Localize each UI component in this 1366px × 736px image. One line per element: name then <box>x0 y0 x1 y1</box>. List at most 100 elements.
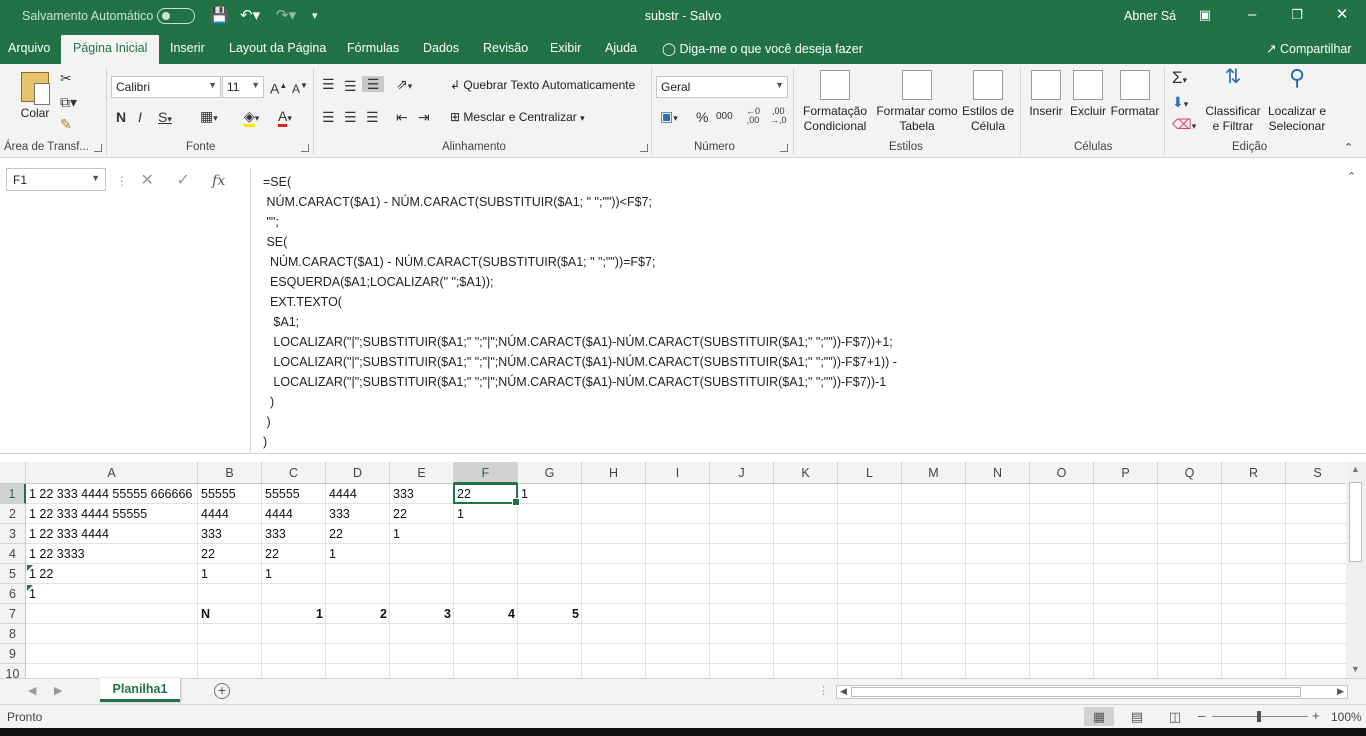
decrease-indent-icon[interactable]: ⇤ <box>396 109 408 125</box>
tab-ajuda[interactable]: Ajuda <box>605 41 637 55</box>
row-header-10[interactable]: 10 <box>0 664 26 678</box>
font-color-icon[interactable]: A▾ <box>278 108 292 127</box>
format-as-table-button[interactable]: Formatar como Tabela <box>874 70 960 134</box>
vertical-scrollbar[interactable]: ▲ ▼ <box>1346 462 1366 678</box>
scroll-right-icon[interactable]: ▶ <box>1337 686 1344 697</box>
page-layout-view-icon[interactable]: ▤ <box>1122 707 1152 726</box>
cell-G7[interactable]: 5 <box>518 604 582 624</box>
cell-C3[interactable]: 333 <box>262 524 326 544</box>
normal-view-icon[interactable]: ▦ <box>1084 707 1114 726</box>
fill-color-icon[interactable]: ◈▾ <box>244 108 259 127</box>
select-all-corner[interactable] <box>0 462 26 484</box>
orientation-icon[interactable]: ⇗▾ <box>396 76 412 94</box>
align-top-icon[interactable]: ☰ <box>322 76 335 92</box>
decrease-decimal-icon[interactable]: ,00 →,0 <box>770 107 787 125</box>
share-button[interactable]: ↗ Compartilhar <box>1266 41 1352 56</box>
tell-me-search[interactable]: ◯ Diga-me o que você deseja fazer <box>662 41 863 56</box>
scroll-up-icon[interactable]: ▲ <box>1351 464 1360 474</box>
save-icon[interactable]: 💾 <box>210 6 229 24</box>
sheet-tab-planilha1[interactable]: Planilha1 <box>100 678 180 702</box>
grow-font-icon[interactable]: A▲ <box>270 78 287 97</box>
zoom-level[interactable]: 100% <box>1331 710 1362 724</box>
zoom-in-icon[interactable]: + <box>1312 708 1320 723</box>
conditional-formatting-button[interactable]: Formatação Condicional <box>798 70 872 134</box>
cancel-icon[interactable]: ✕ <box>140 172 153 189</box>
cell-A6[interactable]: 1 <box>26 584 198 604</box>
cell-C2[interactable]: 4444 <box>262 504 326 524</box>
collapse-ribbon-icon[interactable]: ⌃ <box>1344 140 1353 156</box>
cell-D4[interactable]: 1 <box>326 544 390 564</box>
cell-F2[interactable]: 1 <box>454 504 518 524</box>
column-header-E[interactable]: E <box>390 462 454 484</box>
column-header-G[interactable]: G <box>518 462 582 484</box>
tab-inserir[interactable]: Inserir <box>170 41 205 55</box>
row-header-2[interactable]: 2 <box>0 504 26 524</box>
cell-D7[interactable]: 2 <box>326 604 390 624</box>
row-header-9[interactable]: 9 <box>0 644 26 664</box>
ribbon-display-icon[interactable]: ▣ <box>1193 4 1217 26</box>
borders-icon[interactable]: ▦▾ <box>200 108 218 126</box>
cell-A3[interactable]: 1 22 333 4444 <box>26 524 198 544</box>
percent-icon[interactable]: % <box>696 109 708 125</box>
column-header-B[interactable]: B <box>198 462 262 484</box>
cell-B3[interactable]: 333 <box>198 524 262 544</box>
cell-B7[interactable]: N <box>198 604 262 624</box>
column-header-C[interactable]: C <box>262 462 326 484</box>
font-size-select[interactable]: 11 ▼ <box>222 76 264 98</box>
column-header-J[interactable]: J <box>710 462 774 484</box>
font-name-select[interactable]: Calibri ▼ <box>111 76 221 98</box>
accounting-format-icon[interactable]: ▣▾ <box>660 108 678 126</box>
column-header-R[interactable]: R <box>1222 462 1286 484</box>
clipboard-launcher-icon[interactable] <box>94 144 102 152</box>
row-header-4[interactable]: 4 <box>0 544 26 564</box>
scroll-left-icon[interactable]: ◀ <box>840 686 847 697</box>
column-header-A[interactable]: A <box>26 462 198 484</box>
zoom-out-icon[interactable]: – <box>1198 708 1205 723</box>
cell-A2[interactable]: 1 22 333 4444 55555 <box>26 504 198 524</box>
align-left-icon[interactable]: ☰ <box>322 109 335 125</box>
tab-split-handle-icon[interactable]: ⋮ <box>818 684 829 697</box>
paste-button[interactable]: Colar <box>16 70 54 130</box>
clear-icon[interactable]: ⌫▾ <box>1172 116 1196 134</box>
add-sheet-icon[interactable]: + <box>214 683 230 699</box>
format-painter-icon[interactable]: ✎ <box>60 116 72 132</box>
customize-qat-icon[interactable]: ▾ <box>312 9 318 22</box>
cell-C4[interactable]: 22 <box>262 544 326 564</box>
row-header-3[interactable]: 3 <box>0 524 26 544</box>
italic-icon[interactable]: I <box>138 109 142 125</box>
cell-E7[interactable]: 3 <box>390 604 454 624</box>
tab-exibir[interactable]: Exibir <box>550 41 581 55</box>
tab-revisao[interactable]: Revisão <box>483 41 528 55</box>
minimize-icon[interactable]: – <box>1240 4 1264 26</box>
align-right-icon[interactable]: ☰ <box>366 109 379 125</box>
column-header-Q[interactable]: Q <box>1158 462 1222 484</box>
align-middle-icon[interactable]: ☰ <box>344 78 357 94</box>
cell-F7[interactable]: 4 <box>454 604 518 624</box>
underline-icon[interactable]: S▾ <box>158 109 172 127</box>
user-name[interactable]: Abner Sá <box>1124 9 1176 23</box>
next-sheet-icon[interactable]: ▶ <box>54 684 62 697</box>
cell-A1[interactable]: 1 22 333 4444 55555 666666 <box>26 484 198 504</box>
cell-B4[interactable]: 22 <box>198 544 262 564</box>
shrink-font-icon[interactable]: A▼ <box>292 78 308 97</box>
column-header-M[interactable]: M <box>902 462 966 484</box>
cell-E3[interactable]: 1 <box>390 524 454 544</box>
column-header-S[interactable]: S <box>1286 462 1346 484</box>
column-header-P[interactable]: P <box>1094 462 1158 484</box>
row-header-5[interactable]: 5 <box>0 564 26 584</box>
insert-function-icon[interactable]: fx <box>212 173 225 189</box>
cell-A5[interactable]: 1 22 <box>26 564 198 584</box>
cell-C7[interactable]: 1 <box>262 604 326 624</box>
close-icon[interactable]: ✕ <box>1330 4 1354 26</box>
undo-icon[interactable]: ↶▾ <box>240 6 260 24</box>
number-launcher-icon[interactable] <box>780 144 788 152</box>
cell-C1[interactable]: 55555 <box>262 484 326 504</box>
autosave-toggle[interactable] <box>157 8 195 24</box>
scroll-down-icon[interactable]: ▼ <box>1351 664 1360 674</box>
align-center-icon[interactable]: ☰ <box>344 109 357 125</box>
merge-center-button[interactable]: ⊞ Mesclar e Centralizar ▾ <box>450 110 585 126</box>
cell-G1[interactable]: 1 <box>518 484 582 504</box>
column-header-K[interactable]: K <box>774 462 838 484</box>
cell-A4[interactable]: 1 22 3333 <box>26 544 198 564</box>
name-box[interactable]: F1 ▼ <box>6 168 106 191</box>
